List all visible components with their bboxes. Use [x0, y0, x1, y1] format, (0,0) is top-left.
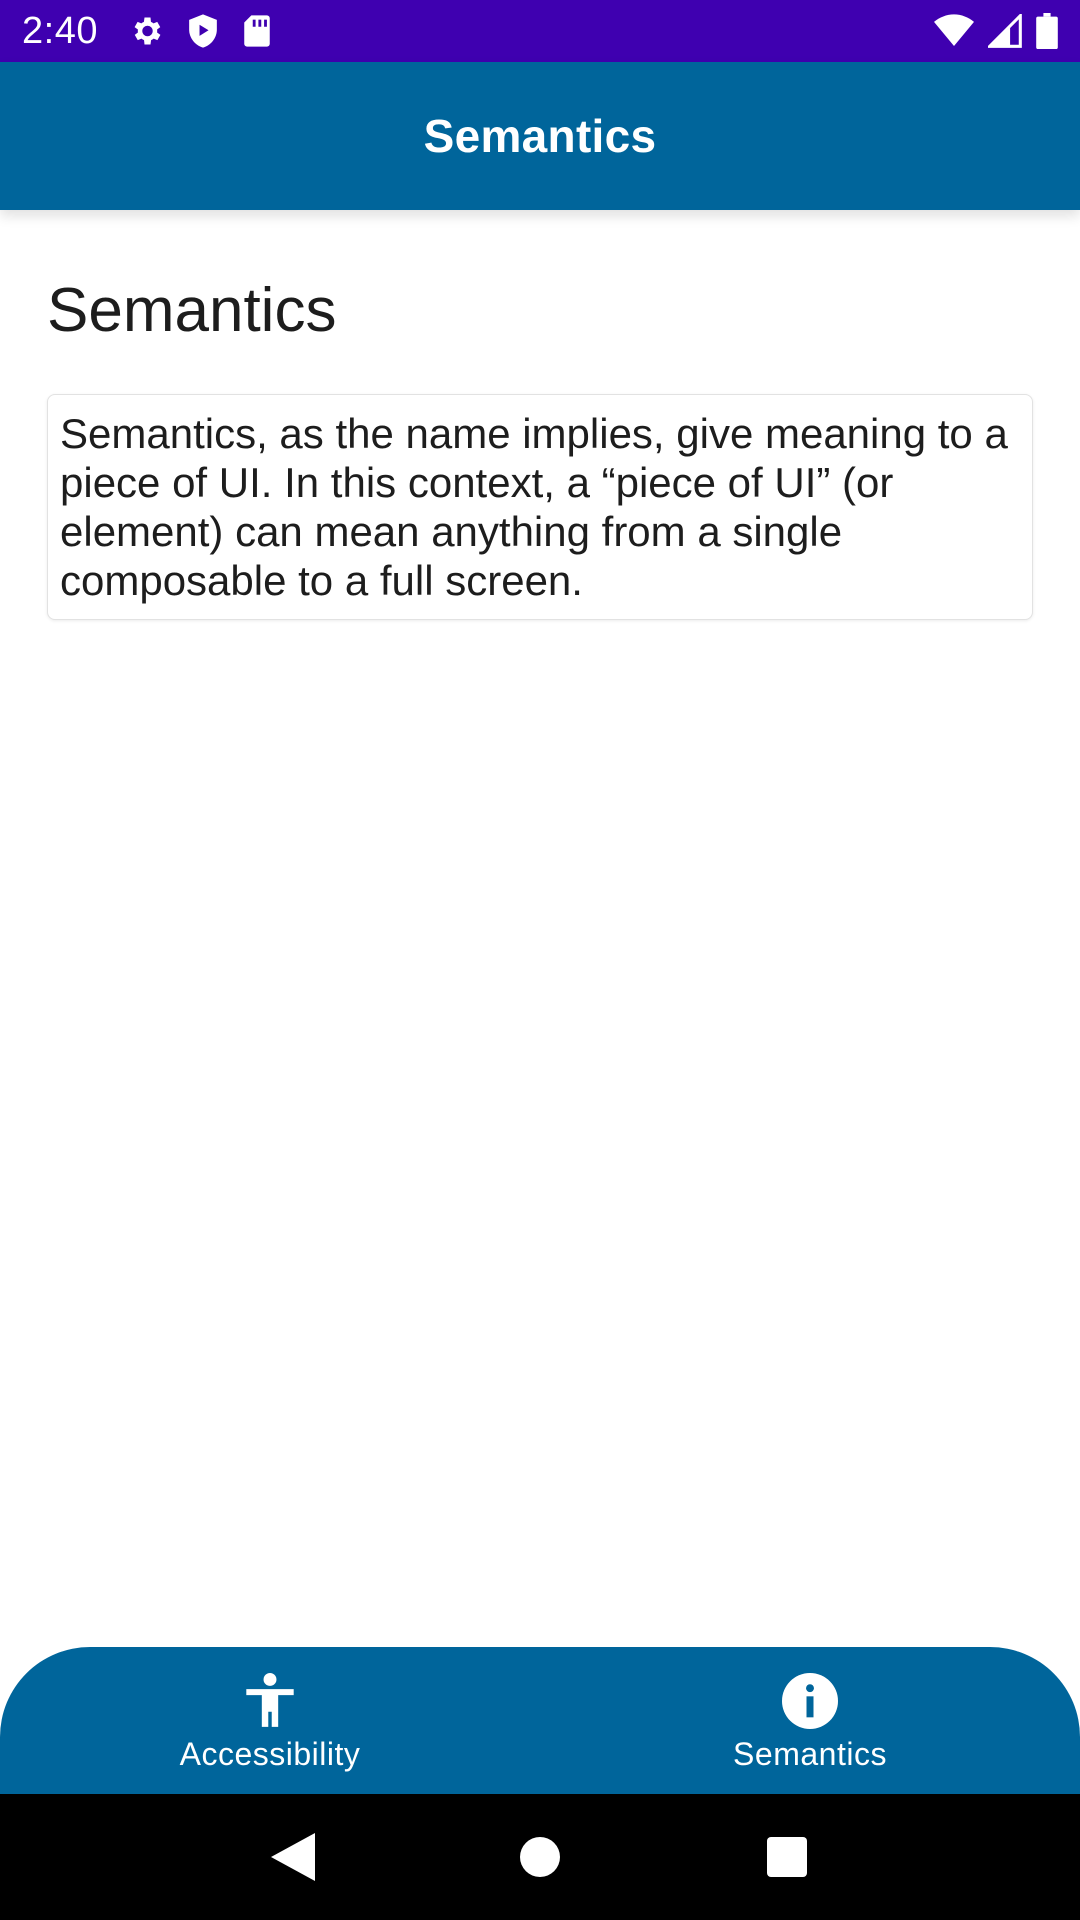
status-bar: 2:40 — [0, 0, 1080, 62]
nav-item-accessibility[interactable]: Accessibility — [0, 1647, 540, 1794]
description-text: Semantics, as the name implies, give mea… — [60, 410, 1008, 604]
main-content: Semantics Semantics, as the name implies… — [47, 210, 1033, 620]
app-bar-title: Semantics — [423, 110, 657, 162]
page-heading: Semantics — [47, 276, 337, 345]
wifi-icon — [934, 14, 974, 48]
battery-icon — [1036, 13, 1058, 49]
description-card: Semantics, as the name implies, give mea… — [47, 394, 1033, 620]
accessibility-icon — [244, 1672, 296, 1730]
nav-label-accessibility: Accessibility — [179, 1736, 361, 1772]
settings-icon — [128, 13, 164, 49]
nav-item-semantics[interactable]: Semantics — [540, 1647, 1080, 1794]
bottom-navigation: Accessibility Semantics — [0, 1647, 1080, 1794]
recents-icon[interactable] — [747, 1817, 827, 1897]
status-right-icons — [934, 13, 1058, 49]
status-time: 2:40 — [22, 9, 98, 52]
status-left-icons — [128, 13, 272, 49]
info-icon — [782, 1672, 838, 1730]
home-icon[interactable] — [500, 1817, 580, 1897]
nav-label-semantics: Semantics — [733, 1736, 887, 1772]
top-app-bar: Semantics — [0, 62, 1080, 210]
cell-signal-icon — [988, 14, 1022, 48]
screen: 2:40 Semantics Semantics Semantics, as t… — [0, 0, 1080, 1920]
shield-play-icon — [186, 13, 220, 49]
back-icon[interactable] — [253, 1817, 333, 1897]
system-navigation-bar — [0, 1794, 1080, 1920]
sd-card-icon — [242, 14, 272, 48]
